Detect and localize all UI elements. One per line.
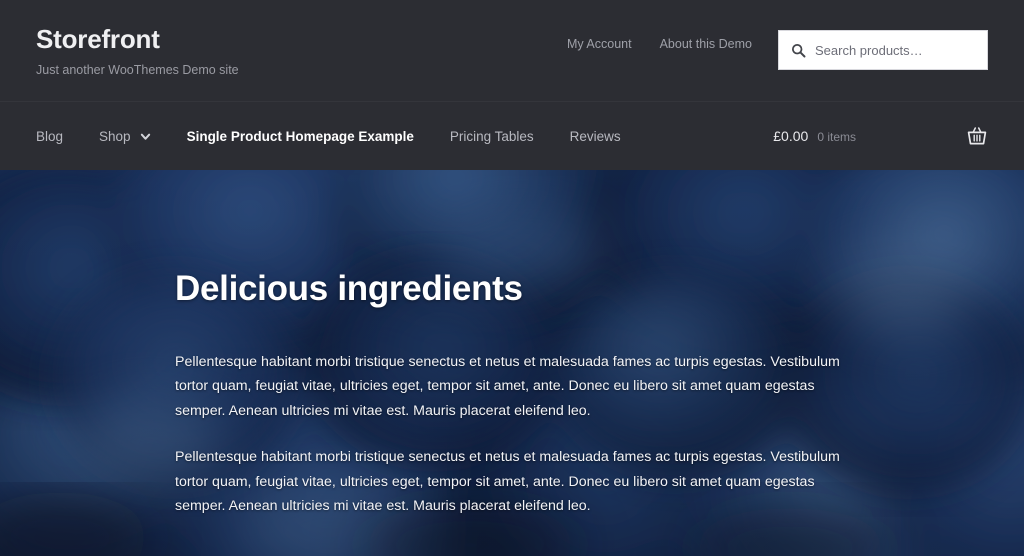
site-branding: Storefront Just another WooThemes Demo s… — [36, 0, 239, 78]
site-tagline: Just another WooThemes Demo site — [36, 62, 239, 77]
secondary-navigation: My Account About this Demo — [567, 30, 752, 51]
nav-item-label: Reviews — [569, 128, 621, 144]
nav-item-pricing-tables[interactable]: Pricing Tables — [450, 129, 534, 144]
nav-item-label: Pricing Tables — [449, 128, 534, 144]
header-right: My Account About this Demo — [567, 0, 988, 70]
header-inner: Storefront Just another WooThemes Demo s… — [0, 0, 1024, 101]
hero-paragraph-2: Pellentesque habitant morbi tristique se… — [175, 449, 840, 515]
nav-item-shop[interactable]: Shop — [99, 129, 151, 144]
cart-item-count: 0 items — [817, 130, 856, 144]
hero-paragraph-1: Pellentesque habitant morbi tristique se… — [175, 354, 840, 419]
product-search-form[interactable] — [778, 30, 988, 70]
nav-item-single-product-homepage-example[interactable]: Single Product Homepage Example — [187, 129, 414, 144]
site-header: Storefront Just another WooThemes Demo s… — [0, 0, 1024, 101]
search-icon — [791, 43, 806, 57]
site-title[interactable]: Storefront — [36, 25, 239, 54]
shopping-basket-icon[interactable] — [966, 125, 988, 147]
page-root: Storefront Just another WooThemes Demo s… — [0, 0, 1024, 556]
main-navigation: Blog Shop Single Product Homepage Exampl… — [0, 101, 1024, 170]
secondary-nav-item-my-account[interactable]: My Account — [567, 37, 632, 51]
search-input[interactable] — [815, 42, 975, 58]
hero-content: Delicious ingredients Pellentesque habit… — [175, 268, 847, 519]
cart-link[interactable]: £0.00 0 items — [773, 128, 856, 144]
hero-section: Delicious ingredients Pellentesque habit… — [0, 170, 1024, 556]
secondary-nav-item-about-this-demo[interactable]: About this Demo — [660, 37, 752, 51]
nav-item-reviews[interactable]: Reviews — [570, 129, 621, 144]
cart-area: £0.00 0 items — [773, 125, 988, 147]
nav-item-label: Shop — [99, 128, 131, 144]
cart-total-amount: £0.00 — [773, 128, 809, 144]
main-nav-links: Blog Shop Single Product Homepage Exampl… — [36, 129, 657, 144]
chevron-down-icon[interactable] — [140, 131, 151, 142]
nav-item-label: Blog — [36, 128, 64, 144]
hero-title: Delicious ingredients — [175, 269, 523, 308]
nav-item-label: Single Product Homepage Example — [186, 128, 414, 144]
nav-item-blog[interactable]: Blog — [36, 129, 63, 144]
